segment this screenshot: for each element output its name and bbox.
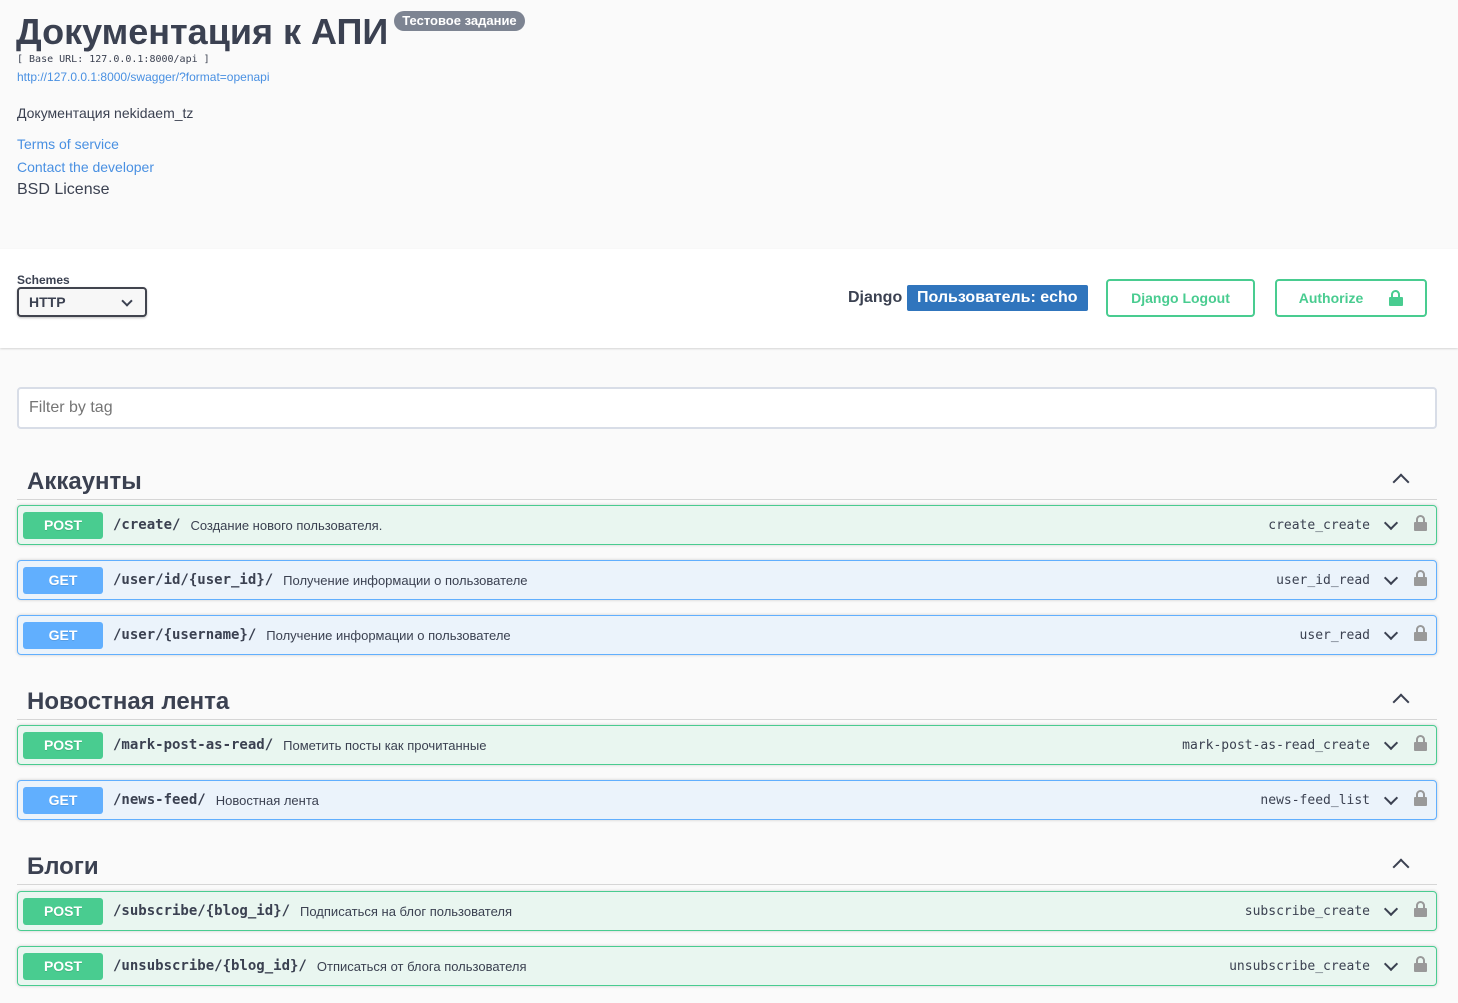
operation-path: /create/ xyxy=(113,517,181,533)
operation-id: user_read xyxy=(1299,628,1370,643)
tag-title: Аккаунты xyxy=(27,468,142,495)
operation-summary: Пометить посты как прочитанные xyxy=(283,737,487,753)
chevron-down-icon xyxy=(121,295,133,307)
version-badge: Тестовое задание xyxy=(394,11,525,31)
chevron-down-icon[interactable] xyxy=(1383,570,1399,586)
operation-id: user_id_read xyxy=(1276,573,1370,588)
chevron-down-icon[interactable] xyxy=(1383,515,1399,531)
lock-icon[interactable] xyxy=(1414,570,1427,586)
tag-header-accounts[interactable]: Аккаунты xyxy=(17,458,1437,500)
base-url: [ Base URL: 127.0.0.1:8000/api ] xyxy=(17,54,210,65)
chevron-down-icon[interactable] xyxy=(1383,625,1399,641)
schemes-select[interactable]: HTTP xyxy=(17,287,147,317)
operation-path: /news-feed/ xyxy=(113,792,206,808)
operation-id: unsubscribe_create xyxy=(1229,959,1370,974)
operation-path: /mark-post-as-read/ xyxy=(113,737,274,753)
operation-create[interactable]: POST /create/ Создание нового пользовате… xyxy=(17,505,1437,545)
django-label: Django xyxy=(848,289,903,306)
page-title: Документация к АПИ xyxy=(16,11,389,52)
operation-unsubscribe[interactable]: POST /unsubscribe/{blog_id}/ Отписаться … xyxy=(17,946,1437,986)
operation-summary: Отписаться от блога пользователя xyxy=(316,958,527,974)
operation-path: /user/id/{user_id}/ xyxy=(113,572,274,588)
lock-icon[interactable] xyxy=(1414,625,1427,641)
operation-summary: Подписаться на блог пользователя xyxy=(300,903,513,919)
django-logout-button[interactable]: Django Logout xyxy=(1106,279,1255,317)
operation-path: /unsubscribe/{blog_id}/ xyxy=(113,958,307,974)
tag-title: Новостная лента xyxy=(27,688,230,715)
operation-news-feed-list[interactable]: GET /news-feed/ Новостная лента news-fee… xyxy=(17,780,1437,820)
authorize-label: Authorize xyxy=(1298,290,1364,306)
chevron-up-icon[interactable] xyxy=(1392,693,1410,711)
operation-summary: Создание нового пользователя. xyxy=(190,517,383,533)
method-badge: GET xyxy=(23,786,103,814)
lock-icon[interactable] xyxy=(1414,735,1427,751)
filter-by-tag-input[interactable]: Filter by tag xyxy=(17,387,1437,429)
scheme-container: Schemes HTTP Django Пользователь: echo D… xyxy=(0,249,1458,348)
operation-user-read[interactable]: GET /user/{username}/ Получение информац… xyxy=(17,615,1437,655)
operation-summary: Новостная лента xyxy=(215,792,319,808)
chevron-down-icon[interactable] xyxy=(1383,735,1399,751)
chevron-up-icon[interactable] xyxy=(1392,858,1410,876)
tag-header-news-feed[interactable]: Новостная лента xyxy=(17,678,1437,720)
chevron-down-icon[interactable] xyxy=(1383,956,1399,972)
operation-summary: Получение информации о пользователе xyxy=(283,572,528,588)
license-text: BSD License xyxy=(17,181,110,198)
chevron-up-icon[interactable] xyxy=(1392,473,1410,491)
method-badge: GET xyxy=(23,566,103,594)
lock-icon[interactable] xyxy=(1414,956,1427,972)
operation-id: mark-post-as-read_create xyxy=(1182,738,1370,753)
operation-mark-post-as-read[interactable]: POST /mark-post-as-read/ Пометить посты … xyxy=(17,725,1437,765)
operation-id: create_create xyxy=(1268,518,1370,533)
operation-user-id-read[interactable]: GET /user/id/{user_id}/ Получение информ… xyxy=(17,560,1437,600)
tag-header-blogs[interactable]: Блоги xyxy=(17,843,1437,885)
method-badge: POST xyxy=(23,897,103,925)
chevron-down-icon[interactable] xyxy=(1383,790,1399,806)
operation-path: /subscribe/{blog_id}/ xyxy=(113,903,291,919)
chevron-down-icon[interactable] xyxy=(1383,901,1399,917)
schemes-selected-value: HTTP xyxy=(29,294,66,310)
lock-icon[interactable] xyxy=(1414,901,1427,917)
operation-path: /user/{username}/ xyxy=(113,627,257,643)
operation-subscribe[interactable]: POST /subscribe/{blog_id}/ Подписаться н… xyxy=(17,891,1437,931)
operation-summary: Получение информации о пользователе xyxy=(266,627,511,643)
terms-of-service-link[interactable]: Terms of service xyxy=(17,136,119,152)
method-badge: POST xyxy=(23,731,103,759)
api-info-section: Документация к АПИ Тестовое задание [ Ba… xyxy=(0,0,1458,249)
user-badge: Пользователь: echo xyxy=(907,285,1088,311)
api-description: Документация nekidaem_tz xyxy=(17,105,194,121)
contact-developer-link[interactable]: Contact the developer xyxy=(17,159,154,175)
authorize-button[interactable]: Authorize xyxy=(1275,279,1427,317)
unlocked-icon xyxy=(1389,290,1404,306)
lock-icon[interactable] xyxy=(1414,790,1427,806)
operation-id: news-feed_list xyxy=(1260,793,1370,808)
method-badge: POST xyxy=(23,511,103,539)
method-badge: GET xyxy=(23,621,103,649)
schemes-label: Schemes xyxy=(17,273,70,287)
lock-icon[interactable] xyxy=(1414,515,1427,531)
operation-id: subscribe_create xyxy=(1244,904,1370,919)
title-row: Документация к АПИ Тестовое задание xyxy=(16,10,525,54)
openapi-spec-link[interactable]: http://127.0.0.1:8000/swagger/?format=op… xyxy=(17,70,270,84)
tag-title: Блоги xyxy=(27,853,99,880)
method-badge: POST xyxy=(23,952,103,980)
